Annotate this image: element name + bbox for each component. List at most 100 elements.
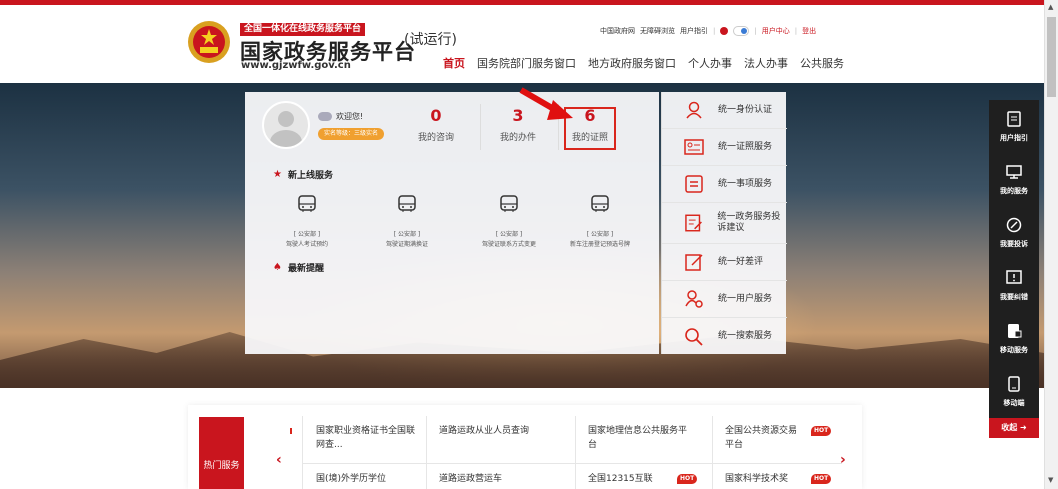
unified-identity-item[interactable]: 统一身份认证 [662,92,787,129]
nav-public-service[interactable]: 公共服务 [800,55,844,71]
stat-consult-count: 0 [430,106,442,125]
star-icon: ★ [273,169,282,180]
nav-home[interactable]: 首页 [443,55,465,71]
new-services-title-text: 新上线服务 [287,171,333,181]
sidebar-mobile-app[interactable]: 移动端 [989,365,1039,418]
person-icon [686,101,702,119]
arrow-right-icon: ➜ [1020,423,1027,432]
nav-local-gov[interactable]: 地方政府服务窗口 [588,55,676,71]
collapse-label: 收起 [1001,423,1018,432]
user-icon [720,27,729,35]
alert-box-icon [1006,270,1022,284]
sidebar-label: 移动服务 [1000,346,1028,354]
hot-item[interactable]: 国家地理信息公共服务平台 [588,424,688,452]
collapse-button[interactable]: 收起 ➜ [989,418,1039,438]
service-name: 驾驶人考试预约 [285,241,328,248]
service-dept: [ 公安部 ] [495,231,523,238]
nav-legal-person[interactable]: 法人办事 [744,55,788,71]
nav-state-council[interactable]: 国务院部门服务窗口 [477,55,576,71]
hot-item[interactable]: 道路运政从业人员查询 [439,424,539,438]
service-item[interactable]: [ 公安部 ] 新车注册登记预选号牌 [552,195,648,248]
bus-icon [591,195,609,212]
unified-search-item[interactable]: 统一搜索服务 [662,318,787,355]
document-icon [1007,111,1021,127]
bus-icon [500,195,518,212]
hot-item[interactable]: 全国12315互联 [588,472,653,486]
unified-user-item[interactable]: 统一用户服务 [662,281,787,318]
sidebar-my-services[interactable]: 我的服务 [989,153,1039,206]
hot-item[interactable]: 国(境)外学历学位 [316,472,386,486]
unified-license-item[interactable]: 统一证照服务 [662,129,787,166]
sidebar-label: 我要投诉 [1000,240,1028,248]
sidebar-user-guide[interactable]: 用户指引 [989,100,1039,153]
scroll-thumb[interactable] [1047,17,1056,97]
user-center-link[interactable]: 用户中心 [762,26,790,36]
unified-services-list: 统一身份认证 统一证照服务 统一事项服务 统一政务服务投诉建议 统一好差评 统一… [661,92,787,355]
item-label: 统一事项服务 [718,178,773,189]
divider [426,416,427,489]
logo-url: www.gjzwfw.gov.cn [241,60,351,71]
scroll-down-icon[interactable]: ▼ [1048,476,1053,484]
realname-rank-badge: 实名等级：三级实名 [318,128,385,140]
service-name: 驾驶证期满换证 [385,241,428,248]
reminders-title: ♠ 最新提醒 [273,261,324,274]
nav-personal[interactable]: 个人办事 [688,55,732,71]
unified-complaint-item[interactable]: 统一政务服务投诉建议 [662,203,787,244]
accessibility-link[interactable]: 无障碍浏览 [640,26,675,36]
hot-item[interactable]: 道路运政营运车 [439,472,502,486]
welcome-text: 欢迎您! [336,112,364,121]
pen-icon [685,254,703,271]
unified-matters-item[interactable]: 统一事项服务 [662,166,787,203]
sidebar-label: 移动端 [1003,399,1025,407]
utility-links: 中国政府网 无障碍浏览 用户指引 | | 用户中心 | 登出 [600,26,816,36]
hot-badge: HOT [677,474,698,484]
item-label: 统一搜索服务 [718,331,773,341]
scrollbar[interactable]: ▲ ▼ [1044,0,1058,489]
chevron-left-icon[interactable]: ‹ [276,452,282,468]
red-arrow-icon [519,87,573,120]
service-item[interactable]: [ 公安部 ] 驾驶人考试预约 [259,195,355,248]
sidebar-label: 我的服务 [1000,187,1028,195]
divider [480,104,481,150]
hot-services-tab[interactable]: 热门服务 [199,417,244,489]
status-icon [318,112,332,121]
user-guide-link[interactable]: 用户指引 [680,26,708,36]
service-item[interactable]: [ 公安部 ] 驾驶证联系方式变更 [461,195,557,248]
chevron-right-icon[interactable]: › [840,452,846,468]
trial-label: (试运行) [404,32,457,48]
header: 全国一体化在线政务服务平台 国家政务服务平台 www.gjzwfw.gov.cn… [0,5,1044,80]
sidebar-correction[interactable]: 我要纠错 [989,259,1039,312]
user-service-icon [685,290,703,308]
monitor-icon [1006,165,1022,179]
item-label: 统一用户服务 [718,293,773,304]
item-label: 统一好差评 [718,256,764,267]
complaint-icon [685,214,702,232]
hot-badge: HOT [811,426,832,436]
sidebar-mobile-services[interactable]: 移动服务 [989,312,1039,365]
list-icon [685,175,703,193]
bus-icon [398,195,416,212]
logo-tag: 全国一体化在线政务服务平台 [240,23,366,36]
sidebar-complaint[interactable]: 我要投诉 [989,206,1039,259]
scroll-up-icon[interactable]: ▲ [1048,3,1053,11]
divider [302,416,303,489]
stat-consult[interactable]: 0 我的咨询 [406,106,466,143]
mode-toggle[interactable] [733,26,750,36]
logout-link[interactable]: 登出 [802,26,816,36]
hot-item[interactable]: 国家科学技术奖 [725,472,788,486]
service-item[interactable]: [ 公安部 ] 驾驶证期满换证 [359,195,455,248]
id-card-icon [684,139,704,155]
gov-site-link[interactable]: 中国政府网 [600,26,635,36]
hot-item[interactable]: 全国公共资源交易平台 [725,424,801,452]
row-divider [302,463,842,464]
national-emblem-icon [188,21,230,63]
main-nav: 首页 国务院部门服务窗口 地方政府服务窗口 个人办事 法人办事 公共服务 [443,55,844,71]
stat-consult-label: 我的咨询 [417,133,454,143]
unified-rating-item[interactable]: 统一好差评 [662,244,787,281]
mobile-services-icon [1008,324,1022,338]
sidebar-label: 用户指引 [1000,134,1028,142]
sidebar-label: 我要纠错 [1000,293,1028,301]
hot-item[interactable]: 国家职业资格证书全国联网查... [316,424,416,452]
avatar[interactable] [262,101,310,149]
hot-badge: HOT [811,474,832,484]
